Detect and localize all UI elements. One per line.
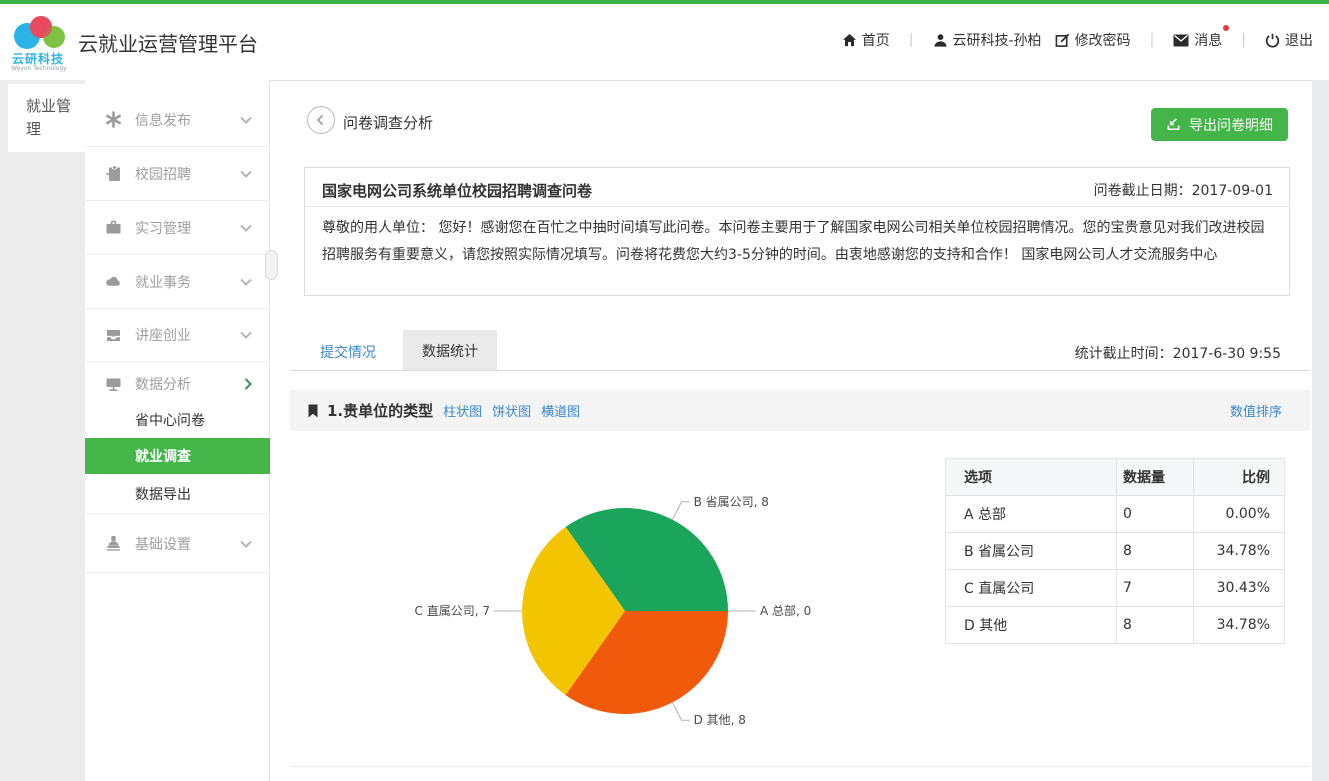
link-sort-by-value[interactable]: 数值排序 (1230, 401, 1282, 420)
pie-label-line (672, 502, 689, 520)
chart-type-links: 柱状图 饼状图 横道图 (443, 401, 580, 420)
user-icon (933, 33, 948, 48)
link-hbar-chart[interactable]: 横道图 (541, 401, 580, 420)
survey-description: 尊敬的用人单位： 您好！感谢您在百忙之中抽时间填写此问卷。本问卷主要用于了解国家… (322, 215, 1272, 269)
chevron-down-icon (240, 331, 252, 339)
clipboard-icon (105, 165, 122, 182)
page-title: 问卷调查分析 (343, 112, 433, 133)
sidebar-item-label: 讲座创业 (135, 325, 191, 345)
table-header-row: 选项 数据量 比例 (946, 459, 1285, 496)
col-header-option: 选项 (946, 459, 1117, 496)
sidebar-item-lecture-startup[interactable]: 讲座创业 (85, 309, 270, 362)
pie-label-line (672, 703, 689, 721)
pie-label: A 总部, 0 (760, 603, 811, 618)
pie-label: D 其他, 8 (694, 713, 746, 727)
sidebar-scrollbar-thumb[interactable] (265, 250, 278, 280)
table-row: D 其他 8 34.78% (946, 607, 1285, 644)
sidebar-module-tab-employment[interactable]: 就业管理 (8, 84, 85, 152)
sidebar-item-label: 就业事务 (135, 272, 191, 292)
col-header-percent: 比例 (1194, 459, 1285, 496)
app-title: 云就业运营管理平台 (78, 28, 258, 57)
export-icon (1166, 117, 1181, 132)
nav-logout[interactable]: 退出 (1265, 30, 1313, 50)
back-button[interactable] (307, 106, 335, 134)
cloud-icon (105, 273, 122, 290)
sidebar-item-employment-affairs[interactable]: 就业事务 (85, 255, 270, 309)
pie-label: B 省属公司, 8 (694, 495, 769, 509)
link-bar-chart[interactable]: 柱状图 (443, 401, 482, 420)
power-icon (1265, 33, 1280, 48)
logo-brand-en: Weyon Technology (11, 65, 67, 72)
sidebar-rail (0, 80, 85, 781)
monitor-icon (105, 376, 122, 393)
stamp-icon (105, 535, 122, 552)
sidebar-subitem-province-center-survey[interactable]: 省中心问卷 (85, 402, 270, 438)
sidebar-item-label: 基础设置 (135, 534, 191, 554)
asterisk-icon (105, 111, 122, 128)
sidebar-item-internship-mgmt[interactable]: 实习管理 (85, 201, 270, 255)
pie-label: C 直属公司, 7 (415, 604, 490, 618)
nav-home[interactable]: 首页 (842, 30, 890, 50)
header-nav: 首页 | 云研科技-孙柏 修改密码 | (842, 30, 1313, 50)
message-badge (1223, 25, 1229, 31)
chevron-right-icon (244, 378, 252, 390)
sidebar-menu: 信息发布 校园招聘 实习管理 (85, 80, 270, 781)
sidebar-subitem-employment-survey[interactable]: 就业调查 (85, 438, 270, 474)
home-icon (842, 33, 857, 48)
chevron-down-icon (240, 116, 252, 124)
logo-bubbles-icon (10, 14, 70, 54)
link-pie-chart[interactable]: 饼状图 (492, 401, 531, 420)
chevron-left-icon (315, 114, 327, 126)
survey-info-card: 国家电网公司系统单位校园招聘调查问卷 问卷截止日期：2017-09-01 尊敬的… (304, 167, 1290, 296)
sidebar-item-campus-recruit[interactable]: 校园招聘 (85, 147, 270, 201)
nav-user[interactable]: 云研科技-孙柏 (933, 30, 1042, 50)
chevron-down-icon (240, 278, 252, 286)
divider (290, 766, 1310, 767)
nav-separator: | (1144, 32, 1161, 48)
results-table: 选项 数据量 比例 A 总部 0 0.00% B 省属公司 8 34.78% C… (945, 458, 1285, 644)
sidebar-item-label: 校园招聘 (135, 164, 191, 184)
sidebar-item-info-publish[interactable]: 信息发布 (85, 93, 270, 147)
tab-data-statistics[interactable]: 数据统计 (403, 330, 497, 371)
sidebar-item-data-analysis[interactable]: 数据分析 (85, 363, 270, 405)
sidebar-subitem-data-export[interactable]: 数据导出 (85, 474, 270, 514)
table-row: A 总部 0 0.00% (946, 496, 1285, 533)
chevron-down-icon (240, 170, 252, 178)
mail-icon (1173, 34, 1189, 47)
nav-messages[interactable]: 消息 (1173, 30, 1222, 50)
sidebar-item-basic-settings[interactable]: 基础设置 (85, 515, 270, 573)
col-header-count: 数据量 (1117, 459, 1194, 496)
inbox-icon (105, 327, 122, 344)
table-row: B 省属公司 8 34.78% (946, 533, 1285, 570)
table-row: C 直属公司 7 30.43% (946, 570, 1285, 607)
chevron-down-icon (240, 224, 252, 232)
sidebar-item-label: 实习管理 (135, 218, 191, 238)
tab-submission-status[interactable]: 提交情况 (320, 342, 376, 362)
question-title: 1.贵单位的类型 (327, 400, 433, 421)
divider (305, 206, 1289, 207)
pie-chart: A 总部, 0 B 省属公司, 8 C 直属公司, 7 D 其他, 8 (380, 440, 1000, 781)
survey-title: 国家电网公司系统单位校园招聘调查问卷 (322, 180, 592, 201)
app-header: 云研科技 Weyon Technology 云就业运营管理平台 首页 | 云研科… (0, 4, 1329, 81)
page: 云研科技 Weyon Technology 云就业运营管理平台 首页 | 云研科… (0, 0, 1329, 781)
survey-deadline: 问卷截止日期：2017-09-01 (1094, 180, 1273, 200)
nav-change-password[interactable]: 修改密码 (1055, 30, 1131, 50)
edit-icon (1055, 33, 1070, 48)
page-scrollbar-track[interactable] (1312, 80, 1329, 781)
export-survey-detail-button[interactable]: 导出问卷明细 (1151, 108, 1288, 141)
chevron-down-icon (240, 540, 252, 548)
app-logo[interactable]: 云研科技 Weyon Technology (10, 14, 70, 72)
divider (290, 370, 1310, 371)
question-header-bar: 1.贵单位的类型 柱状图 饼状图 横道图 数值排序 (290, 390, 1310, 431)
nav-separator: | (903, 32, 920, 48)
nav-separator: | (1235, 32, 1252, 48)
stats-deadline: 统计截止时间：2017-6-30 9:55 (1075, 343, 1281, 363)
sidebar-item-label: 数据分析 (135, 374, 191, 394)
bookmark-icon (308, 404, 318, 418)
sidebar-item-label: 信息发布 (135, 110, 191, 130)
briefcase-icon (105, 219, 122, 236)
